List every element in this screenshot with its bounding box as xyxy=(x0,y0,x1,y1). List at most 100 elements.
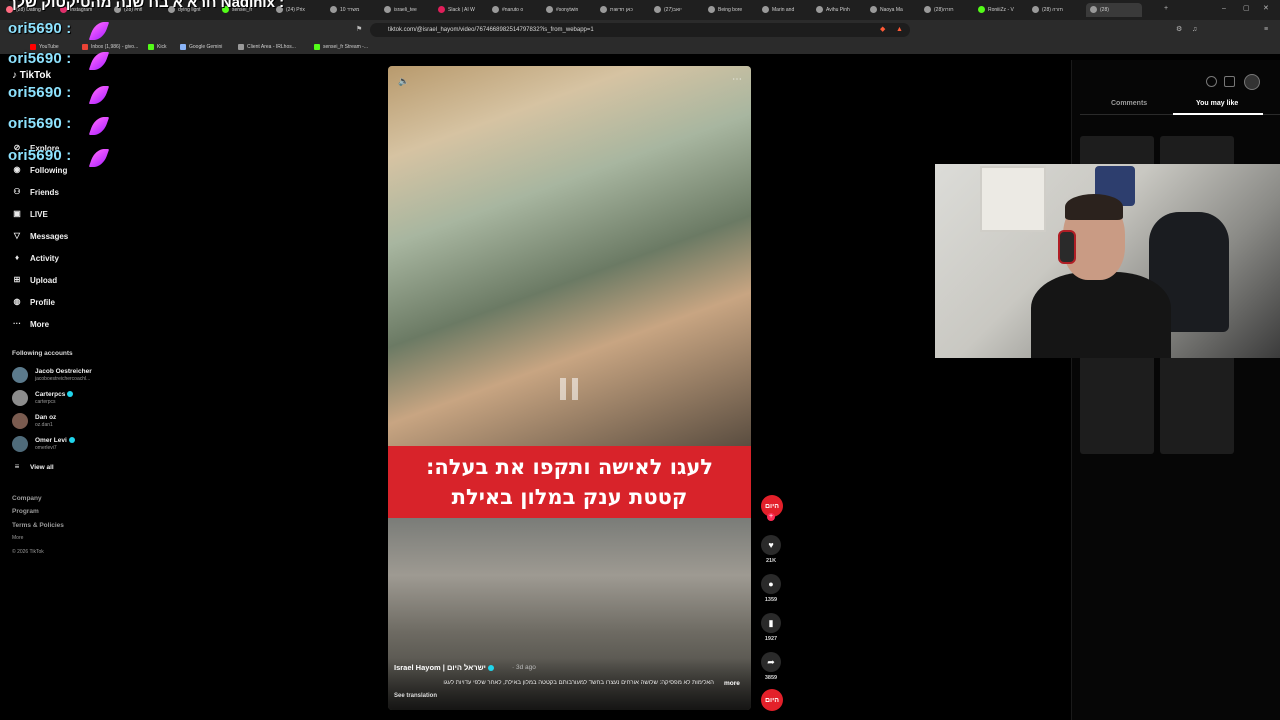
sidebar-item-following[interactable]: ◉ Following xyxy=(12,162,68,178)
minimize-button[interactable]: – xyxy=(1222,4,1226,14)
bookmark-item[interactable]: sensei_fr Stream -... xyxy=(314,42,368,52)
save-count: 1927 xyxy=(764,636,778,642)
browser-tab[interactable]: israeli_tee xyxy=(384,3,432,17)
chat-overlay-line: ori5690 : xyxy=(8,147,72,164)
bookmark-favicon-icon xyxy=(238,43,244,50)
volume-icon[interactable]: 🔈 xyxy=(398,76,409,87)
device-icon[interactable] xyxy=(1224,76,1235,87)
tab-label: #sonytwin xyxy=(556,7,579,13)
tab-favicon-icon xyxy=(654,6,661,14)
browser-tab[interactable]: Avihu Pinh xyxy=(816,3,864,17)
following-account[interactable]: Omer Levi omerlevi7 xyxy=(12,435,75,453)
description-more-button[interactable]: more xyxy=(724,680,740,687)
footer-terms[interactable]: Terms & Policies xyxy=(12,522,64,529)
browser-tab[interactable]: (28) חזרה xyxy=(1032,3,1080,17)
comment-icon: ● xyxy=(761,574,781,594)
new-tab-button[interactable]: + xyxy=(1164,4,1168,14)
footer-company[interactable]: Company xyxy=(12,495,42,502)
sidebar-item-label: Profile xyxy=(30,297,55,307)
sidebar-item-upload[interactable]: ⊞ Upload xyxy=(12,272,57,288)
bookmark-item[interactable]: Google Gemini xyxy=(180,42,222,52)
friends-icon: ⚇ xyxy=(13,187,21,196)
tab-label: Marin and xyxy=(772,7,795,13)
see-translation-button[interactable]: See translation xyxy=(394,693,437,699)
footer-program[interactable]: Program xyxy=(12,508,39,515)
video-author[interactable]: Israel Hayom | ישראל היום xyxy=(394,663,494,672)
bookmark-label: sensei_fr Stream -... xyxy=(323,44,369,50)
browser-tab[interactable]: חזרה(28) xyxy=(924,3,972,17)
like-button[interactable]: ♥ 21K xyxy=(761,535,781,564)
sidebar-item-profile[interactable]: ◍ Profile xyxy=(12,294,55,310)
tab-label: כאן חדשות xyxy=(610,7,633,13)
tab-label: Avihu Pinh xyxy=(826,7,850,13)
browser-tab[interactable]: Naoya Ma xyxy=(870,3,918,17)
view-all-button[interactable]: ≡ View all xyxy=(12,459,54,475)
account-name: Carterpcs xyxy=(35,391,66,398)
browser-tab[interactable]: #sonytwin xyxy=(546,3,594,17)
avatar xyxy=(12,413,28,429)
following-account[interactable]: Dan oz oz.dan1 xyxy=(12,412,56,430)
tab-label: israeli_tee xyxy=(394,7,417,13)
browser-tab[interactable]: RoniiiZz - V xyxy=(978,3,1026,17)
tab-favicon-icon xyxy=(708,6,715,14)
browser-tab[interactable]: Being bore xyxy=(708,3,756,17)
comment-button[interactable]: ● 1359 xyxy=(761,574,781,603)
author-name: Israel Hayom | ישראל היום xyxy=(394,663,486,672)
tab-favicon-icon xyxy=(438,6,445,14)
bookmark-favicon-icon xyxy=(314,43,320,50)
headset-icon xyxy=(1058,230,1076,264)
brave-shield-icon[interactable]: ◆ xyxy=(880,25,885,35)
settings-circle-icon[interactable] xyxy=(1206,76,1217,87)
activity-icon: ♦ xyxy=(14,253,20,262)
tiktok-logo[interactable]: ♪ TikTok xyxy=(12,70,51,81)
url-input[interactable]: tiktok.com/@israel_hayom/video/767466898… xyxy=(370,23,910,37)
browser-tab[interactable]: כאן חדשות xyxy=(600,3,648,17)
extensions-icon[interactable]: ⚙ xyxy=(1176,25,1182,35)
feather-emote-icon xyxy=(88,149,110,167)
tab-you-may-like[interactable]: You may like xyxy=(1196,100,1238,107)
pause-icon[interactable] xyxy=(560,378,580,400)
sidebar-item-label: Friends xyxy=(30,187,59,197)
share-button[interactable]: ➦ 3859 xyxy=(761,652,781,681)
tab-favicon-icon xyxy=(1090,6,1097,14)
bookmark-item[interactable]: Client Area - IRLhos... xyxy=(238,42,296,52)
share-icon: ➦ xyxy=(761,652,781,672)
brave-rewards-icon[interactable]: ▲ xyxy=(896,25,903,35)
maximize-button[interactable]: ▢ xyxy=(1243,4,1250,14)
browser-tab[interactable]: #naruto o xyxy=(492,3,540,17)
sidebar-item-more[interactable]: ··· More xyxy=(12,316,49,332)
sound-disc-button[interactable]: היום xyxy=(761,689,783,711)
active-tab-indicator xyxy=(1173,113,1263,115)
video-player[interactable]: לעגו לאישה ותקפו את בעלה: קטטת ענק במלון… xyxy=(388,66,751,710)
following-account[interactable]: Carterpcs carterpcs xyxy=(12,389,74,407)
sidebar-item-friends[interactable]: ⚇ Friends xyxy=(12,184,59,200)
bookmark-icon[interactable]: ⚑ xyxy=(356,25,362,35)
bookmark-item[interactable]: Kick xyxy=(148,42,166,52)
save-button[interactable]: ▮ 1927 xyxy=(761,613,781,642)
bookmark-item[interactable]: Inbox (1,986) - givo... xyxy=(82,42,138,52)
following-icon: ◉ xyxy=(13,165,21,174)
sidebar-item-activity[interactable]: ♦ Activity xyxy=(12,250,59,266)
channel-avatar-button[interactable]: היום + xyxy=(761,495,783,521)
tab-label: Slack | AI W xyxy=(448,7,475,13)
more-options-icon[interactable]: ⋯ xyxy=(732,74,742,85)
tab-favicon-icon xyxy=(924,6,931,14)
browser-tab[interactable]: יואב(27) xyxy=(654,3,702,17)
browser-tab[interactable]: 10 משרד xyxy=(330,3,378,17)
close-window-button[interactable]: ✕ xyxy=(1263,4,1269,14)
browser-tab[interactable]: (28) xyxy=(1086,3,1142,17)
media-icon[interactable]: ♫ xyxy=(1192,25,1197,35)
browser-tab[interactable]: Slack | AI W xyxy=(438,3,486,17)
sidebar-item-live[interactable]: ▣ LIVE xyxy=(12,206,48,222)
verified-icon xyxy=(68,437,75,444)
follow-plus-icon[interactable]: + xyxy=(767,513,775,521)
chat-overlay-line: ori5690 : xyxy=(8,50,72,67)
menu-icon[interactable]: ≡ xyxy=(1264,25,1268,35)
footer-more[interactable]: More xyxy=(12,535,23,541)
user-avatar[interactable] xyxy=(1244,74,1260,90)
tab-comments[interactable]: Comments xyxy=(1111,100,1147,107)
browser-tab[interactable]: Marin and xyxy=(762,3,810,17)
copyright: © 2026 TikTok xyxy=(12,549,44,555)
sidebar-item-messages[interactable]: ▽ Messages xyxy=(12,228,68,244)
following-account[interactable]: Jacob Oestreicher jacoboestreichercoachl.… xyxy=(12,366,92,384)
